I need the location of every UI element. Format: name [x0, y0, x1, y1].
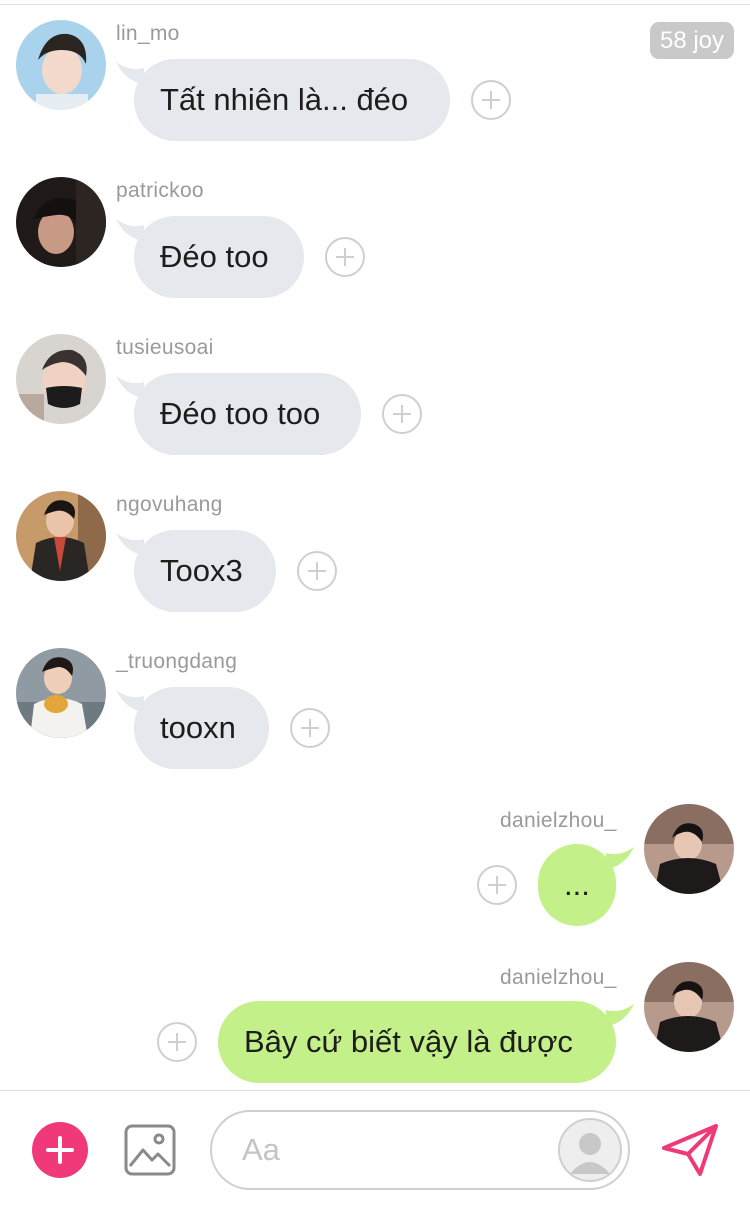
message-username: danielzhou_ [500, 966, 617, 989]
react-plus-button[interactable] [325, 237, 365, 277]
image-icon[interactable] [124, 1124, 176, 1176]
composer-divider [0, 1090, 750, 1091]
message-bubble[interactable]: ... [538, 844, 616, 926]
message-bubble[interactable]: Toox3 [134, 530, 276, 612]
message-username: patrickoo [116, 179, 204, 202]
message-username: ngovuhang [116, 493, 223, 516]
message-username: lin_mo [116, 22, 180, 45]
avatar[interactable] [644, 962, 734, 1052]
react-plus-button[interactable] [297, 551, 337, 591]
avatar[interactable] [16, 491, 106, 581]
default-avatar-icon[interactable] [558, 1118, 622, 1182]
message-bubble[interactable]: Đéo too too [134, 373, 361, 455]
avatar[interactable] [16, 334, 106, 424]
send-icon[interactable] [660, 1122, 720, 1178]
react-plus-button[interactable] [290, 708, 330, 748]
plus-icon[interactable] [32, 1122, 88, 1178]
avatar[interactable] [16, 177, 106, 267]
react-plus-button[interactable] [471, 80, 511, 120]
avatar[interactable] [16, 20, 106, 110]
react-plus-button[interactable] [477, 865, 517, 905]
joy-badge[interactable]: 58 joy [650, 22, 734, 59]
message-username: danielzhou_ [500, 809, 617, 832]
react-plus-button[interactable] [382, 394, 422, 434]
message-username: _truongdang [116, 650, 238, 673]
chat-screen: 58 joy lin_mo Tất nhiên là... đéo patric… [0, 0, 750, 1210]
divider [0, 4, 750, 5]
message-input-placeholder: Aa [242, 1132, 280, 1167]
message-bubble[interactable]: Bây cứ biết vậy là được [218, 1001, 616, 1083]
message-bubble[interactable]: tooxn [134, 687, 269, 769]
message-bubble[interactable]: Tất nhiên là... đéo [134, 59, 450, 141]
message-username: tusieusoai [116, 336, 214, 359]
react-plus-button[interactable] [157, 1022, 197, 1062]
message-input[interactable]: Aa [210, 1110, 630, 1190]
avatar[interactable] [644, 804, 734, 894]
avatar[interactable] [16, 648, 106, 738]
message-bubble[interactable]: Đéo too [134, 216, 304, 298]
